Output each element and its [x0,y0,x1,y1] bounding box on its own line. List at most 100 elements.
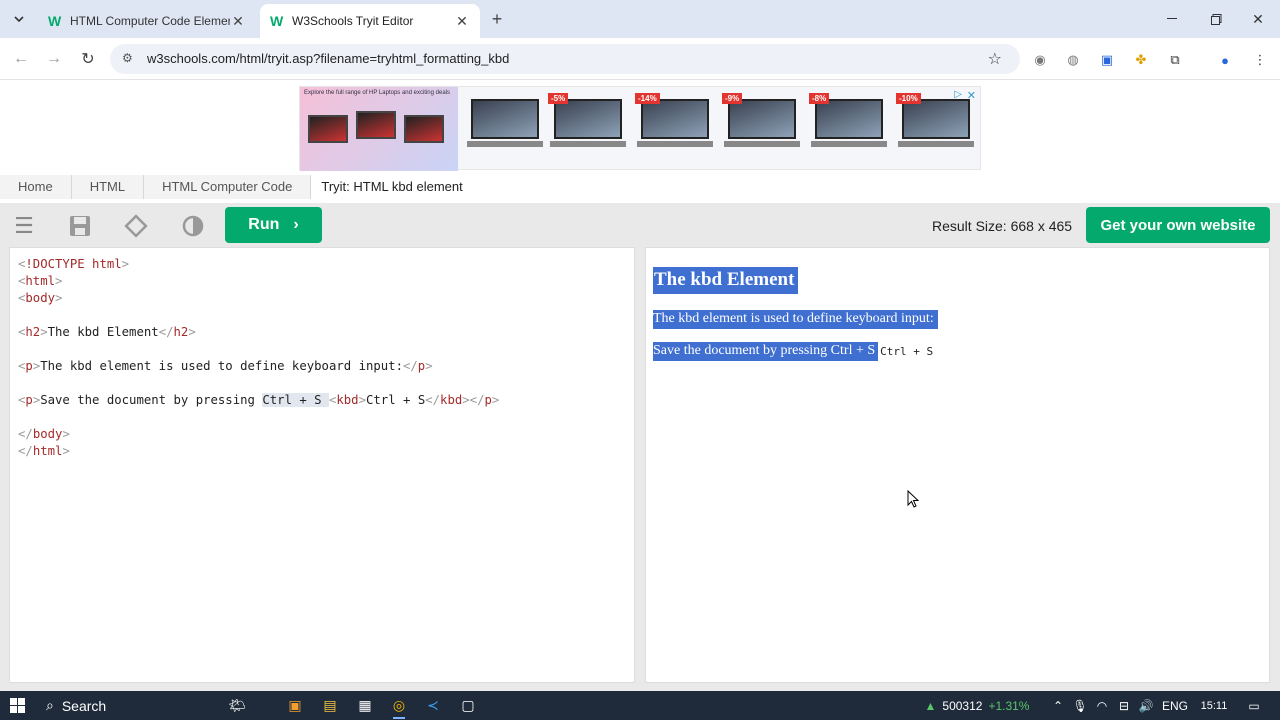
chrome-icon[interactable]: ◎ [384,691,414,720]
code-line[interactable]: <p>The kbd element is used to define key… [18,358,499,375]
stock-change: +1.31% [988,698,1030,713]
result-paragraph-2: Save the document by pressing Ctrl + S C… [653,342,933,361]
translate-icon[interactable]: ◍ [1063,50,1083,70]
code-text[interactable]: <!DOCTYPE html><html><body>​<h2>The kbd … [18,256,499,460]
ad-product[interactable]: -14% [635,93,715,161]
notification-icon[interactable]: ▭ [1242,691,1266,720]
start-button[interactable] [0,691,34,720]
language-indicator[interactable]: ENG [1160,691,1190,720]
result-heading: The kbd Element [653,267,799,294]
ad-product[interactable]: -10% [896,93,976,161]
extensions-puzzle-icon[interactable]: ⧉ [1165,50,1185,70]
restore-button[interactable] [1194,0,1238,38]
discount-badge: -9% [722,93,743,104]
extension-color-icon[interactable]: ✤ [1131,50,1151,70]
breadcrumb-html[interactable]: HTML [71,175,145,199]
close-window-button[interactable]: ✕ [1236,0,1280,38]
minimize-button[interactable] [1150,0,1194,38]
clock[interactable]: 15:11 [1190,691,1238,720]
site-info-icon[interactable]: ⚙ [122,51,138,67]
chevron-up-icon[interactable]: ⌃ [1046,691,1070,720]
wifi-icon[interactable]: ◠ [1090,691,1114,720]
app-icon[interactable]: ▦ [350,691,380,720]
microphone-icon[interactable]: 🎙 [1068,691,1092,720]
chevron-right-icon: › [293,216,299,233]
kebab-menu-icon[interactable]: ⋮ [1250,50,1270,70]
breadcrumb-home[interactable]: Home [0,175,72,199]
result-size-label: Result Size: 668 x 465 [932,218,1073,234]
breadcrumb-computer-code[interactable]: HTML Computer Code [144,175,312,199]
code-line[interactable]: <h2>The kbd Element</h2> [18,324,499,341]
network-icon[interactable]: ⊟ [1112,691,1136,720]
tab-title: HTML Computer Code Elements [70,14,230,28]
discount-badge: -14% [635,93,660,104]
code-line[interactable]: ​ [18,375,499,392]
close-tab-icon[interactable]: ✕ [230,13,246,30]
new-tab-button[interactable]: + [486,8,508,30]
tab-search-icon[interactable] [8,8,30,30]
browser-toolbar: ← → ↻ ⚙ w3schools.com/html/tryit.asp?fil… [0,38,1280,80]
search-icon: ⌕ [46,697,54,713]
widgets-icon[interactable]: 🌤 [222,691,252,720]
close-tab-icon[interactable]: ✕ [454,13,470,30]
code-line[interactable]: ​ [18,341,499,358]
save-icon[interactable] [66,212,94,240]
discount-badge: -8% [809,93,830,104]
ad-product[interactable]: -9% [722,93,802,161]
address-bar[interactable]: ⚙ w3schools.com/html/tryit.asp?filename=… [110,44,1020,74]
get-own-website-button[interactable]: Get your own website [1086,207,1270,243]
taskbar-search[interactable]: ⌕ Search [36,691,224,720]
result-kbd: Ctrl + S [880,345,934,358]
code-editor[interactable]: <!DOCTYPE html><html><body>​<h2>The kbd … [9,247,635,683]
result-frame[interactable]: The kbd Element The kbd element is used … [645,247,1270,683]
tab-tryit-editor[interactable]: W W3Schools Tryit Editor ✕ [260,4,480,38]
app-icon[interactable]: ▣ [280,691,310,720]
rotate-layout-icon[interactable] [122,212,150,240]
code-line[interactable]: </html> [18,443,499,460]
profile-avatar-icon[interactable]: ● [1215,50,1235,70]
mouse-cursor-icon [907,490,919,508]
run-button[interactable]: Run › [225,207,322,243]
file-explorer-icon[interactable]: ▤ [315,691,345,720]
ad-close-icon[interactable]: ✕ [967,89,976,102]
w3schools-favicon-icon: W [48,13,62,29]
hamburger-menu-icon[interactable]: ☰ [10,212,38,240]
code-line[interactable]: ​ [18,307,499,324]
hp-ad-banner[interactable]: Explore the full range of HP Laptops and… [299,86,981,171]
windows-logo-icon [9,698,25,713]
camera-icon[interactable]: ◉ [1030,50,1050,70]
breadcrumb-current: Tryit: HTML kbd element [311,175,481,199]
w3schools-favicon-icon: W [270,13,284,29]
ad-product[interactable]: -8% [809,93,889,161]
code-line[interactable]: <p>Save the document by pressing Ctrl + … [18,392,499,409]
vscode-icon[interactable]: ≺ [418,691,448,720]
discount-badge: -5% [548,93,569,104]
back-icon[interactable]: ← [10,48,32,70]
tab-title: W3Schools Tryit Editor [292,14,414,28]
ad-product[interactable]: -5% [548,93,628,161]
code-line[interactable]: </body> [18,426,499,443]
volume-icon[interactable]: 🔊 [1134,691,1158,720]
ad-product[interactable] [465,93,545,161]
app-icon[interactable]: ▢ [453,691,483,720]
code-line[interactable]: <!DOCTYPE html> [18,256,499,273]
laptop-image [308,115,348,143]
editor-toolbar: ☰ Run › Result Size: 668 x 465 Get your … [0,203,1280,247]
laptop-image [356,111,396,139]
theme-toggle-icon[interactable] [179,212,207,240]
code-line[interactable]: ​ [18,409,499,426]
tab-html-computer-code[interactable]: W HTML Computer Code Elements ✕ [38,4,256,38]
ad-choices-icon[interactable]: ▷ [954,89,962,100]
bookmark-star-icon[interactable]: ☆ [988,49,1002,69]
stock-widget[interactable]: ▲ 500312 +1.31% [912,691,1042,720]
forward-icon[interactable]: → [43,48,65,70]
reload-icon[interactable]: ↻ [77,48,99,70]
url-text[interactable]: w3schools.com/html/tryit.asp?filename=tr… [147,51,509,66]
run-label: Run [248,216,280,233]
browser-tabstrip: W HTML Computer Code Elements ✕ W W3Scho… [0,0,1280,38]
discount-badge: -10% [896,93,921,104]
code-line[interactable]: <html> [18,273,499,290]
stock-chart-icon: ▲ [924,698,937,713]
screen-cast-icon[interactable]: ▣ [1097,50,1117,70]
code-line[interactable]: <body> [18,290,499,307]
